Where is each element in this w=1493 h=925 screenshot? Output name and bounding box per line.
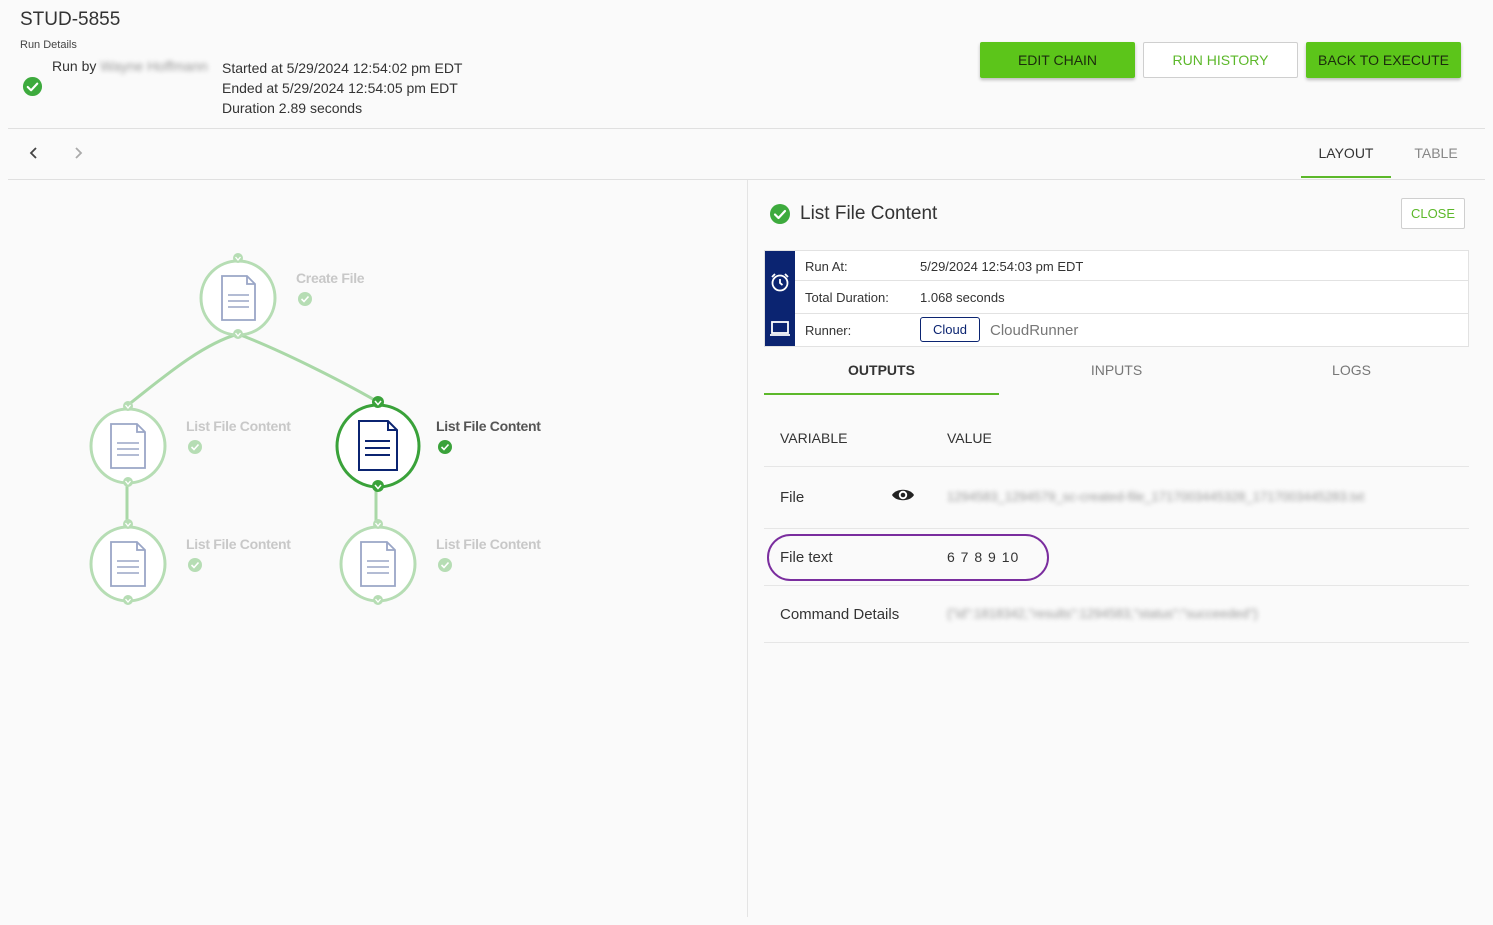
run-at-row: Run At: 5/29/2024 12:54:03 pm EDT <box>795 251 1468 281</box>
node-list-file-content-1[interactable] <box>89 401 202 487</box>
run-by: Run by Wayne Hoffmann <box>52 58 208 74</box>
tab-outputs[interactable]: OUTPUTS <box>764 362 999 378</box>
edge-create-to-list-1 <box>127 332 239 407</box>
node-label-list-4: List File Content <box>436 536 541 552</box>
highlight-annotation <box>767 534 1049 581</box>
page-title: STUD-5855 <box>20 9 121 30</box>
run-by-user: Wayne Hoffmann <box>100 58 208 74</box>
column-header-variable: VARIABLE <box>780 430 848 446</box>
column-header-value: VALUE <box>947 430 992 446</box>
runner-row: Runner: Cloud CloudRunner <box>795 314 1468 346</box>
document-icon <box>110 423 146 469</box>
active-tab-indicator <box>1301 176 1391 178</box>
total-duration-row: Total Duration: 1.068 seconds <box>795 281 1468 314</box>
next-button[interactable] <box>67 142 89 164</box>
run-timing: Started at 5/29/2024 12:54:02 pm EDT End… <box>222 58 463 118</box>
node-list-file-content-4[interactable] <box>339 519 452 605</box>
total-duration-label: Total Duration: <box>805 290 889 305</box>
document-icon <box>358 420 398 471</box>
node-create-file[interactable] <box>199 253 312 339</box>
node-label-list-1: List File Content <box>186 418 291 434</box>
close-button[interactable]: CLOSE <box>1401 198 1465 229</box>
node-label-list-2: List File Content <box>436 418 541 434</box>
output-row-file-name: File <box>780 489 805 506</box>
chevron-left-icon <box>29 147 37 159</box>
runner-label: Runner: <box>805 323 852 338</box>
success-check-icon <box>22 76 43 97</box>
previous-button[interactable] <box>23 142 45 164</box>
table-divider <box>764 585 1469 586</box>
tab-inputs[interactable]: INPUTS <box>999 362 1234 378</box>
active-tab-indicator <box>764 393 999 395</box>
eye-icon[interactable] <box>891 487 915 503</box>
node-list-file-content-3[interactable] <box>89 519 202 605</box>
laptop-icon <box>770 321 790 336</box>
run-at-label: Run At: <box>805 259 848 274</box>
output-row-file-value: 1294583_1294579_sc-created-file_17170034… <box>947 489 1365 504</box>
tab-layout[interactable]: LAYOUT <box>1301 145 1391 161</box>
document-icon <box>221 275 256 321</box>
runner-name: CloudRunner <box>990 322 1079 339</box>
chain-graph: Create File List File Content List File … <box>0 180 747 925</box>
node-list-file-content-2-selected[interactable] <box>335 396 452 492</box>
table-divider <box>764 528 1469 529</box>
panel-title: List File Content <box>800 203 938 224</box>
total-duration-value: 1.068 seconds <box>920 290 1005 305</box>
tab-table[interactable]: TABLE <box>1396 145 1476 161</box>
node-label-list-3: List File Content <box>186 536 291 552</box>
document-icon <box>110 541 146 587</box>
table-divider <box>764 466 1469 467</box>
edge-create-to-list-2 <box>237 332 379 404</box>
run-duration: Duration 2.89 seconds <box>222 100 363 116</box>
document-icon <box>360 541 396 587</box>
back-to-execute-button[interactable]: BACK TO EXECUTE <box>1306 42 1461 78</box>
chain-graph-canvas <box>89 253 452 605</box>
page-subtitle: Run Details <box>20 39 77 51</box>
edit-chain-button[interactable]: EDIT CHAIN <box>980 42 1135 78</box>
alarm-clock-icon <box>771 273 789 292</box>
run-at-value: 5/29/2024 12:54:03 pm EDT <box>920 259 1084 274</box>
panel-divider <box>747 180 748 917</box>
run-history-button[interactable]: RUN HISTORY <box>1143 42 1298 78</box>
chevron-right-icon <box>75 147 83 159</box>
ended-at: Ended at 5/29/2024 12:54:05 pm EDT <box>222 80 458 96</box>
run-by-label: Run by <box>52 58 97 74</box>
started-at: Started at 5/29/2024 12:54:02 pm EDT <box>222 60 463 76</box>
runner-type-badge: Cloud <box>920 317 980 342</box>
run-info-box: Run At: 5/29/2024 12:54:03 pm EDT Total … <box>764 250 1469 347</box>
table-divider <box>764 642 1469 643</box>
header-divider <box>8 128 1485 129</box>
output-row-command-details-name: Command Details <box>780 606 900 623</box>
node-label-create-file: Create File <box>296 270 365 286</box>
tab-logs[interactable]: LOGS <box>1234 362 1469 378</box>
info-sidebar <box>765 251 795 346</box>
output-row-command-details-value: {"id":1818342,"results":1294583,"status"… <box>947 606 1258 621</box>
success-check-icon <box>770 204 790 224</box>
